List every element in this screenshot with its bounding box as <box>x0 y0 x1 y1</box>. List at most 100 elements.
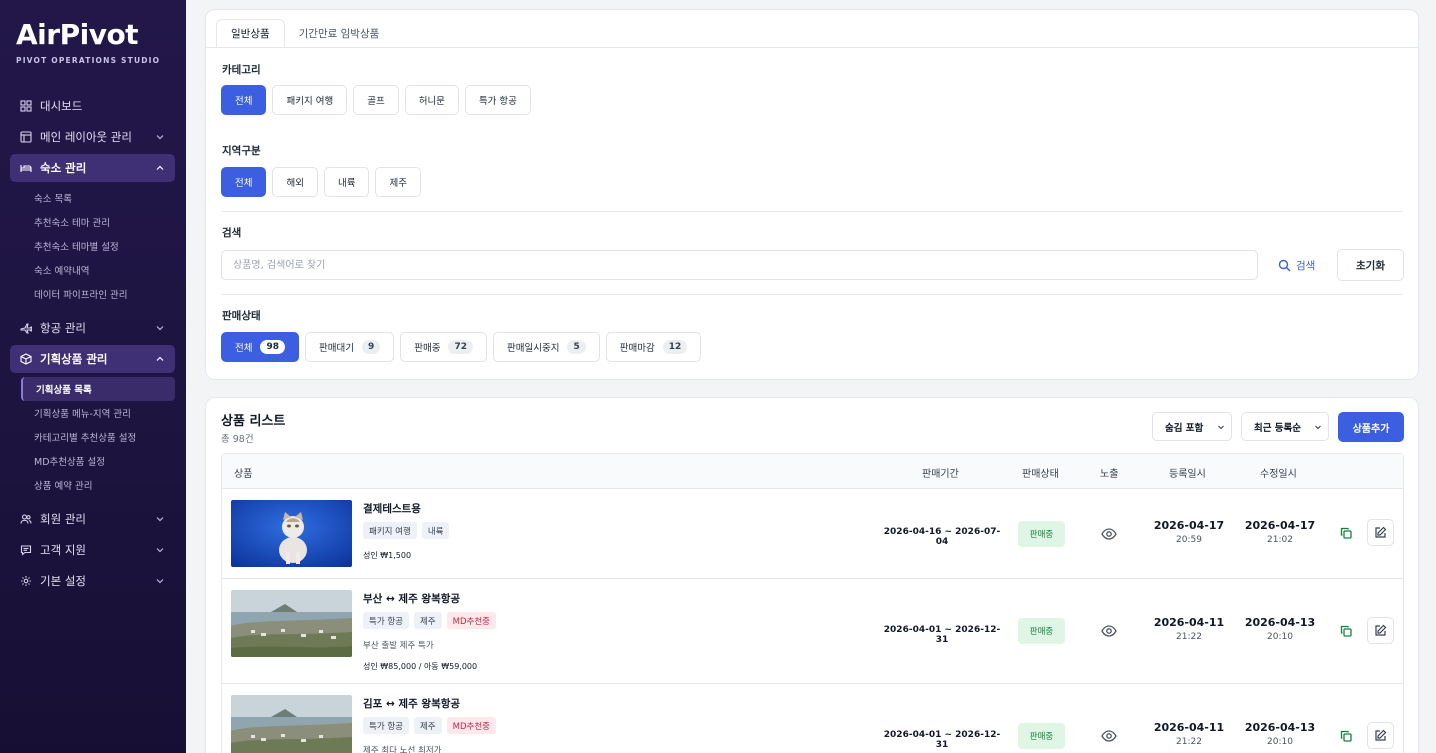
edit-button[interactable] <box>1367 617 1394 644</box>
search-button-label: 검색 <box>1296 259 1316 272</box>
product-name[interactable]: 김포 ↔ 제주 왕복항공 <box>363 696 460 711</box>
status-chip-label: 판매일시중지 <box>507 343 560 354</box>
sidebar-subitem-md-recommend[interactable]: MD추천상품 설정 <box>10 449 175 473</box>
edit-icon <box>1375 624 1387 636</box>
sidebar-item-members[interactable]: 회원 관리 <box>10 505 175 533</box>
status-badge: 판매중 <box>1018 618 1065 644</box>
copy-icon <box>1340 527 1352 539</box>
registered-date: 2026-04-11 <box>1153 721 1225 734</box>
users-icon <box>20 513 32 525</box>
status-count-badge: 72 <box>448 340 474 354</box>
category-chip-all[interactable]: 전체 <box>221 85 267 115</box>
grid-icon <box>20 100 32 112</box>
sale-period: 2026-04-01 ~ 2026-12-31 <box>883 625 1001 645</box>
modified-time: 21:02 <box>1267 535 1293 545</box>
chevron-down-icon <box>1218 425 1224 430</box>
sidebar-subitem-lodging-theme[interactable]: 추천숙소 테마 관리 <box>10 210 175 234</box>
copy-button[interactable] <box>1337 727 1355 745</box>
search-input[interactable] <box>221 250 1258 280</box>
registered-datetime: 2026-04-17 20:59 <box>1149 519 1229 545</box>
status-chip-all[interactable]: 전체 98 <box>221 332 300 362</box>
status-chip-closed[interactable]: 판매마감 12 <box>605 332 702 362</box>
tab-expiring-products[interactable]: 기간만료 임박상품 <box>285 19 394 47</box>
region-chip-overseas[interactable]: 해외 <box>272 167 318 197</box>
product-name[interactable]: 결제테스트용 <box>363 501 421 516</box>
sort-select[interactable]: 최근 등록순 <box>1241 412 1329 441</box>
eye-icon[interactable] <box>1100 525 1118 543</box>
sidebar-subitem-data-pipeline[interactable]: 데이터 파이프라인 관리 <box>10 282 175 306</box>
region-chip-domestic[interactable]: 내륙 <box>323 167 370 197</box>
product-name[interactable]: 부산 ↔ 제주 왕복항공 <box>363 591 460 606</box>
sidebar-subitem-product-menu-region[interactable]: 기획상품 메뉴-지역 관리 <box>10 401 175 425</box>
sale-status-label: 판매상태 <box>222 310 261 322</box>
table-row[interactable]: 결제테스트용 패키지 여행 내륙 성인 ₩1,500 2026-04-16 ~ … <box>222 489 1403 579</box>
sidebar-subitem-lodging-theme-setting[interactable]: 추천숙소 테마별 설정 <box>10 234 175 258</box>
category-chip-honeymoon[interactable]: 허니문 <box>404 85 459 115</box>
status-count-badge: 5 <box>567 340 586 354</box>
sidebar-item-label: 기획상품 관리 <box>40 352 108 366</box>
status-chip-label: 전체 <box>235 343 253 354</box>
sidebar-subitem-category-recommend[interactable]: 카테고리별 추천상품 설정 <box>10 425 175 449</box>
tab-general-products[interactable]: 일반상품 <box>216 19 285 47</box>
edit-button[interactable] <box>1367 722 1394 749</box>
copy-button[interactable] <box>1337 622 1355 640</box>
region-chip-all[interactable]: 전체 <box>221 167 267 197</box>
sidebar-subitem-product-list[interactable]: 기획상품 목록 <box>21 377 175 401</box>
registered-date: 2026-04-11 <box>1153 616 1225 629</box>
sidebar-item-label: 숙소 관리 <box>40 161 87 175</box>
sidebar-item-products[interactable]: 기획상품 관리 <box>10 345 175 373</box>
column-header-period: 판매기간 <box>922 469 959 480</box>
reset-button[interactable]: 초기화 <box>1337 249 1404 281</box>
edit-icon <box>1375 526 1387 538</box>
sidebar-subitem-lodging-list[interactable]: 숙소 목록 <box>10 186 175 210</box>
product-thumbnail[interactable] <box>231 500 352 567</box>
add-product-button[interactable]: 상품추가 <box>1338 412 1404 442</box>
copy-icon <box>1340 625 1352 637</box>
sidebar-item-dashboard[interactable]: 대시보드 <box>10 92 175 120</box>
hidden-filter-select[interactable]: 숨김 포함 <box>1152 412 1232 441</box>
select-value: 숨김 포함 <box>1165 422 1204 434</box>
sidebar-item-main-layout[interactable]: 메인 레이아웃 관리 <box>10 123 175 151</box>
product-table: 상품 판매기간 판매상태 노출 등록일시 수정일시 결제테스트용 패키지 여행 … <box>221 453 1404 753</box>
table-row[interactable]: 부산 ↔ 제주 왕복항공 특가 항공 제주 MD추천중 부산 출발 제주 특가 … <box>222 579 1403 684</box>
chevron-up-icon <box>156 165 164 170</box>
product-price: 성인 ₩1,500 <box>363 551 412 560</box>
sidebar-item-label: 기본 설정 <box>40 574 86 588</box>
sidebar-item-label: 대시보드 <box>40 99 83 113</box>
sidebar-item-flight[interactable]: 항공 관리 <box>10 314 175 342</box>
eye-icon[interactable] <box>1100 727 1118 745</box>
status-count-badge: 98 <box>260 340 286 354</box>
eye-icon[interactable] <box>1100 622 1118 640</box>
chevron-up-icon <box>156 356 164 361</box>
logo[interactable]: AirPivot PIVOT OPERATIONS STUDIO <box>16 18 160 65</box>
status-chip-paused[interactable]: 판매일시중지 5 <box>493 332 600 362</box>
status-chip-label: 판매마감 <box>619 343 655 354</box>
edit-button[interactable] <box>1367 519 1394 546</box>
brand-name: AirPivot <box>16 18 139 51</box>
category-chip-package[interactable]: 패키지 여행 <box>272 85 348 115</box>
region-chip-jeju[interactable]: 제주 <box>375 167 421 197</box>
copy-button[interactable] <box>1337 524 1355 542</box>
sidebar-subitem-product-reservations[interactable]: 상품 예약 관리 <box>10 473 175 497</box>
category-tag: 특가 항공 <box>363 717 409 734</box>
search-button[interactable]: 검색 <box>1270 250 1323 280</box>
status-chip-on-sale[interactable]: 판매중 72 <box>400 332 488 362</box>
sidebar-subitem-lodging-reservations[interactable]: 숙소 예약내역 <box>10 258 175 282</box>
region-tag: 제주 <box>413 717 442 734</box>
column-header-registered: 등록일시 <box>1169 469 1206 480</box>
table-row[interactable]: 김포 ↔ 제주 왕복항공 특가 항공 제주 MD추천중 제주 최다 노선 최저가… <box>222 684 1403 753</box>
section-divider <box>222 211 1402 212</box>
sidebar-item-support[interactable]: 고객 지원 <box>10 536 175 564</box>
product-thumbnail[interactable] <box>231 590 352 657</box>
sidebar-item-settings[interactable]: 기본 설정 <box>10 567 175 595</box>
modified-date: 2026-04-17 <box>1244 519 1316 532</box>
category-chip-golf[interactable]: 골프 <box>353 85 399 115</box>
status-chip-waiting[interactable]: 판매대기 9 <box>305 332 395 362</box>
sidebar-item-lodging[interactable]: 숙소 관리 <box>10 154 175 182</box>
region-tag: 내륙 <box>421 522 450 539</box>
product-thumbnail[interactable] <box>231 695 352 753</box>
brand-tagline: PIVOT OPERATIONS STUDIO <box>16 56 161 65</box>
category-chip-special-flight[interactable]: 특가 항공 <box>464 85 531 115</box>
table-header: 상품 판매기간 판매상태 노출 등록일시 수정일시 <box>222 454 1403 489</box>
products-submenu: 기획상품 목록 기획상품 메뉴-지역 관리 카테고리별 추천상품 설정 MD추천… <box>10 377 175 497</box>
